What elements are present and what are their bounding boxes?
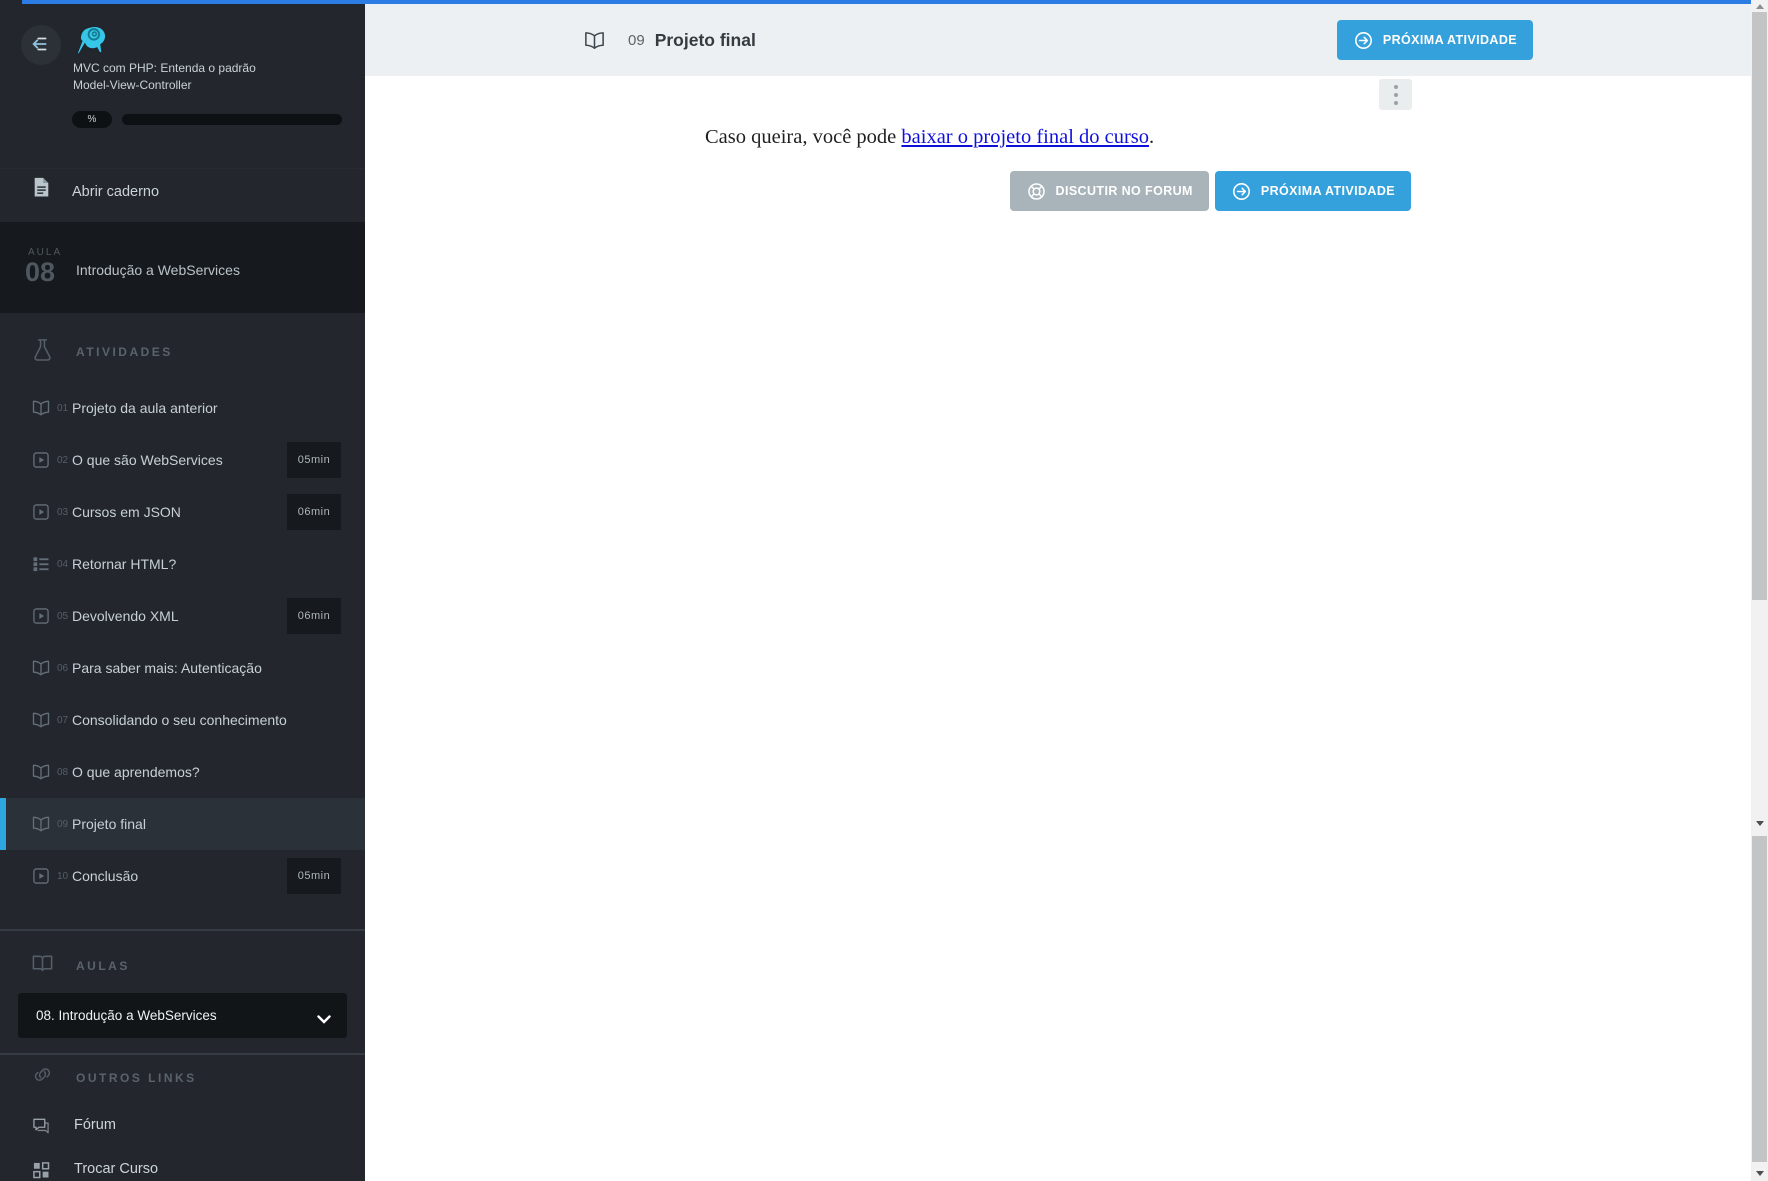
scroll-down-arrow[interactable] <box>1751 818 1768 828</box>
activities-section-header: ATIVIDADES <box>0 338 365 370</box>
lesson-select-value: 08. Introdução a WebServices <box>36 1008 217 1023</box>
document-icon <box>33 177 50 198</box>
activity-label: Devolvendo XML <box>72 608 179 624</box>
book-open-icon <box>31 710 51 730</box>
activity-item-07[interactable]: 07 Consolidando o seu conhecimento <box>0 694 365 746</box>
activity-index: 07 <box>57 715 68 726</box>
lesson-select-dropdown[interactable]: 08. Introdução a WebServices <box>18 993 347 1038</box>
exercise-paragraph: Caso queira, você pode baixar o projeto … <box>705 122 1411 152</box>
activity-item-06[interactable]: 06 Para saber mais: Autenticação <box>0 642 365 694</box>
open-notebook-item[interactable]: Abrir caderno <box>0 168 365 219</box>
chevron-down-icon <box>317 1011 331 1020</box>
course-sidebar: MVC com PHP: Entenda o padrão Model-View… <box>0 0 365 1181</box>
current-lesson-block: AULA 08 Introdução a WebServices <box>0 222 365 313</box>
activity-header: 09 Projeto final PRÓXIMA ATIVIDADE <box>365 4 1751 76</box>
activity-index: 04 <box>57 559 68 570</box>
book-open-icon <box>31 814 51 834</box>
next-activity-button[interactable]: PRÓXIMA ATIVIDADE <box>1215 171 1411 211</box>
play-square-icon <box>31 606 51 626</box>
activity-index: 05 <box>57 611 68 622</box>
grid-icon <box>31 1160 51 1180</box>
other-links-section-header: OUTROS LINKS <box>0 1064 365 1096</box>
activity-index: 09 <box>57 819 68 830</box>
book-open-icon <box>31 658 51 678</box>
duration-badge: 05min <box>287 858 341 894</box>
play-square-icon <box>31 866 51 886</box>
progress-percent-badge: % <box>72 111 112 128</box>
duration-badge: 06min <box>287 494 341 530</box>
scroll-down-arrow[interactable] <box>1751 1168 1768 1178</box>
scrollbar-thumb[interactable] <box>1752 12 1767 600</box>
lesson-title: Introdução a WebServices <box>76 262 240 278</box>
page-title: Projeto final <box>655 30 756 51</box>
arrow-right-circle-icon <box>1231 181 1252 202</box>
activity-item-08[interactable]: 08 O que aprendemos? <box>0 746 365 798</box>
activity-item-03[interactable]: 03 Cursos em JSON 06min <box>0 486 365 538</box>
activity-label: Conclusão <box>72 868 138 884</box>
activity-item-05[interactable]: 05 Devolvendo XML 06min <box>0 590 365 642</box>
activity-index: 06 <box>57 663 68 674</box>
next-activity-button-top[interactable]: PRÓXIMA ATIVIDADE <box>1337 20 1533 60</box>
activities-list: 01 Projeto da aula anterior 02 O que são We… <box>0 382 365 902</box>
sidebar-item-trocar-curso[interactable]: Trocar Curso <box>0 1150 365 1181</box>
play-square-icon <box>31 450 51 470</box>
kebab-dot <box>1394 85 1398 89</box>
life-buoy-icon <box>1026 181 1047 202</box>
activity-label: Projeto final <box>72 816 146 832</box>
lesson-number: 08 <box>25 257 55 288</box>
action-buttons-row: DISCUTIR NO FORUM PRÓXIMA ATIVIDADE <box>705 171 1411 211</box>
activity-item-04[interactable]: 04 Retornar HTML? <box>0 538 365 590</box>
lessons-section-header: AULAS <box>0 952 365 984</box>
browser-scrollbar[interactable] <box>1751 0 1768 1181</box>
course-logo <box>72 22 110 60</box>
collapse-sidebar-button[interactable] <box>21 25 61 65</box>
download-project-link[interactable]: baixar o projeto final do curso <box>901 126 1149 148</box>
open-notebook-label: Abrir caderno <box>72 184 159 200</box>
book-icon <box>31 952 54 978</box>
activity-index: 02 <box>57 455 68 466</box>
sidebar-item-forum[interactable]: Fórum <box>0 1106 365 1146</box>
link-chain-icon <box>31 1064 54 1090</box>
app-window: MVC com PHP: Entenda o padrão Model-View… <box>0 0 1768 1181</box>
section-divider <box>0 929 365 931</box>
activity-label: Para saber mais: Autenticação <box>72 660 262 676</box>
activity-index: 08 <box>57 767 68 778</box>
activity-item-09[interactable]: 09 Projeto final <box>0 798 365 850</box>
activity-index: 01 <box>57 403 68 414</box>
play-square-icon <box>31 502 51 522</box>
activity-item-01[interactable]: 01 Projeto da aula anterior <box>0 382 365 434</box>
activity-number: 09 <box>628 32 645 49</box>
book-open-icon <box>31 762 51 782</box>
book-open-icon <box>583 29 606 52</box>
activity-label: Consolidando o seu conhecimento <box>72 712 287 728</box>
discuss-forum-button[interactable]: DISCUTIR NO FORUM <box>1010 171 1209 211</box>
arrow-right-circle-icon <box>1353 30 1374 51</box>
scrollbar-thumb-inner[interactable] <box>1752 836 1767 1162</box>
activity-item-02[interactable]: 02 O que são WebServices 05min <box>0 434 365 486</box>
list-icon <box>31 554 51 574</box>
course-title: MVC com PHP: Entenda o padrão Model-View… <box>73 60 323 94</box>
activity-item-10[interactable]: 10 Conclusão 05min <box>0 850 365 902</box>
activity-label: Projeto da aula anterior <box>72 400 218 416</box>
scroll-up-arrow[interactable] <box>1751 1 1768 11</box>
activity-index: 10 <box>57 871 68 882</box>
duration-badge: 05min <box>287 442 341 478</box>
activity-label: O que aprendemos? <box>72 764 200 780</box>
activity-label: Cursos em JSON <box>72 504 181 520</box>
activity-label: Retornar HTML? <box>72 556 176 572</box>
section-divider <box>0 1053 365 1055</box>
book-open-icon <box>31 398 51 418</box>
duration-badge: 06min <box>287 598 341 634</box>
chat-bubbles-icon <box>31 1116 51 1136</box>
main-content: 09 Projeto final PRÓXIMA ATIVIDADE Caso … <box>365 4 1751 1181</box>
course-progress-bar <box>122 114 342 125</box>
flask-icon <box>31 338 54 364</box>
more-options-button[interactable] <box>1379 79 1412 110</box>
active-indicator <box>0 798 6 850</box>
activity-label: O que são WebServices <box>72 452 223 468</box>
top-loading-bar <box>22 0 1751 4</box>
activity-index: 03 <box>57 507 68 518</box>
collapse-arrow-icon <box>30 33 52 58</box>
